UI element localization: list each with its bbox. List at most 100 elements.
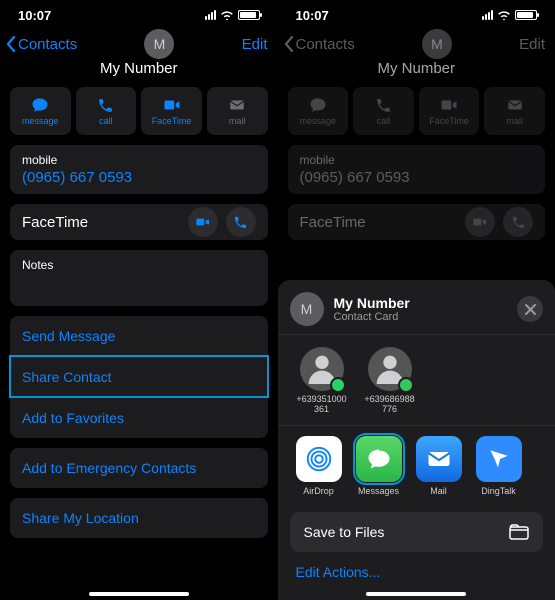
signal-icon <box>205 10 216 20</box>
chevron-left-icon <box>6 36 16 52</box>
edit-button[interactable]: Edit <box>242 36 268 53</box>
status-icons <box>205 10 260 20</box>
phone-icon <box>374 96 392 114</box>
mail-button: mail <box>484 87 545 135</box>
contact-name: My Number <box>278 60 555 77</box>
contact-avatar: M <box>422 29 452 59</box>
status-bar: 10:07 <box>278 0 555 26</box>
facetime-audio-button <box>503 207 533 237</box>
facetime-label: FaceTime <box>300 214 366 231</box>
home-indicator[interactable] <box>366 592 466 596</box>
nav-bar: Contacts M Edit <box>278 26 555 60</box>
mail-button: mail <box>207 87 268 135</box>
recent-contacts: +639351000361 +639686988776 <box>278 343 555 425</box>
mobile-cell[interactable]: mobile (0965) 667 0593 <box>10 145 268 194</box>
message-button: message <box>288 87 349 135</box>
mail-app[interactable]: Mail <box>414 436 464 496</box>
dingtalk-app[interactable]: DingTalk <box>474 436 524 496</box>
message-icon <box>309 96 327 114</box>
mail-icon <box>506 96 524 114</box>
action-row: message call FaceTime mail <box>0 87 278 145</box>
battery-icon <box>238 10 260 20</box>
recent-contact-0[interactable]: +639351000361 <box>296 347 348 415</box>
back-button[interactable]: Contacts <box>6 36 77 53</box>
battery-icon <box>515 10 537 20</box>
sheet-avatar: M <box>290 292 324 326</box>
messages-badge-icon <box>398 377 414 393</box>
close-icon <box>525 304 536 315</box>
share-contact-link[interactable]: Share Contact <box>10 356 268 397</box>
close-button[interactable] <box>517 296 543 322</box>
facetime-cell: FaceTime <box>288 204 546 240</box>
sheet-title: My Number <box>334 295 410 311</box>
video-icon <box>163 96 181 114</box>
video-icon <box>440 96 458 114</box>
mobile-label: mobile <box>22 153 256 167</box>
left-screen: 10:07 Contacts M Edit My Number message … <box>0 0 278 600</box>
facetime-button[interactable]: FaceTime <box>141 87 202 135</box>
airdrop-icon <box>296 436 342 482</box>
action-row: message call FaceTime mail <box>278 87 555 145</box>
status-time: 10:07 <box>296 8 329 23</box>
phone-icon <box>233 215 248 230</box>
mail-icon <box>228 96 246 114</box>
facetime-video-button <box>465 207 495 237</box>
sheet-subtitle: Contact Card <box>334 311 410 323</box>
edit-actions-link[interactable]: Edit Actions... <box>278 552 555 580</box>
message-icon <box>31 96 49 114</box>
link-group-3: Share My Location <box>10 498 268 538</box>
nav-bar: Contacts M Edit <box>0 26 278 60</box>
notes-cell[interactable]: Notes <box>10 250 268 306</box>
notes-label: Notes <box>22 258 53 272</box>
sheet-header: M My Number Contact Card <box>278 280 555 334</box>
home-indicator[interactable] <box>89 592 189 596</box>
facetime-audio-button[interactable] <box>226 207 256 237</box>
folder-icon <box>509 524 529 540</box>
facetime-button: FaceTime <box>419 87 480 135</box>
wifi-icon <box>497 10 511 20</box>
back-label: Contacts <box>18 36 77 53</box>
edit-button: Edit <box>519 36 545 53</box>
mobile-value: (0965) 667 0593 <box>300 169 534 186</box>
mobile-label: mobile <box>300 153 534 167</box>
person-icon <box>300 347 344 391</box>
link-group-2: Add to Emergency Contacts <box>10 448 268 488</box>
call-button[interactable]: call <box>76 87 137 135</box>
share-apps: AirDrop Messages Mail DingTalk <box>278 434 555 504</box>
call-button: call <box>353 87 414 135</box>
dingtalk-icon <box>476 436 522 482</box>
signal-icon <box>482 10 493 20</box>
status-icons <box>482 10 537 20</box>
contact-avatar[interactable]: M <box>144 29 174 59</box>
facetime-cell: FaceTime <box>10 204 268 240</box>
save-to-files-button[interactable]: Save to Files <box>290 512 544 552</box>
facetime-video-button[interactable] <box>188 207 218 237</box>
video-icon <box>472 214 488 230</box>
messages-app[interactable]: Messages <box>354 436 404 496</box>
divider <box>278 334 555 335</box>
messages-icon <box>356 436 402 482</box>
phone-icon <box>511 215 526 230</box>
chevron-left-icon <box>284 36 294 52</box>
facetime-label: FaceTime <box>22 214 88 231</box>
status-time: 10:07 <box>18 8 51 23</box>
mobile-cell: mobile (0965) 667 0593 <box>288 145 546 194</box>
add-to-emergency-link[interactable]: Add to Emergency Contacts <box>10 448 268 488</box>
back-button: Contacts <box>284 36 355 53</box>
message-button[interactable]: message <box>10 87 71 135</box>
phone-icon <box>97 96 115 114</box>
recent-contact-1[interactable]: +639686988776 <box>364 347 416 415</box>
link-group-1: Send Message Share Contact Add to Favori… <box>10 316 268 438</box>
send-message-link[interactable]: Send Message <box>10 316 268 356</box>
mail-app-icon <box>416 436 462 482</box>
whatsapp-badge-icon <box>330 377 346 393</box>
video-icon <box>195 214 211 230</box>
airdrop-app[interactable]: AirDrop <box>294 436 344 496</box>
contact-name: My Number <box>0 60 278 77</box>
share-my-location-link[interactable]: Share My Location <box>10 498 268 538</box>
mobile-value: (0965) 667 0593 <box>22 169 256 186</box>
right-screen: 10:07 Contacts M Edit My Number message … <box>278 0 555 600</box>
add-to-favorites-link[interactable]: Add to Favorites <box>10 397 268 438</box>
person-icon <box>368 347 412 391</box>
status-bar: 10:07 <box>0 0 278 26</box>
